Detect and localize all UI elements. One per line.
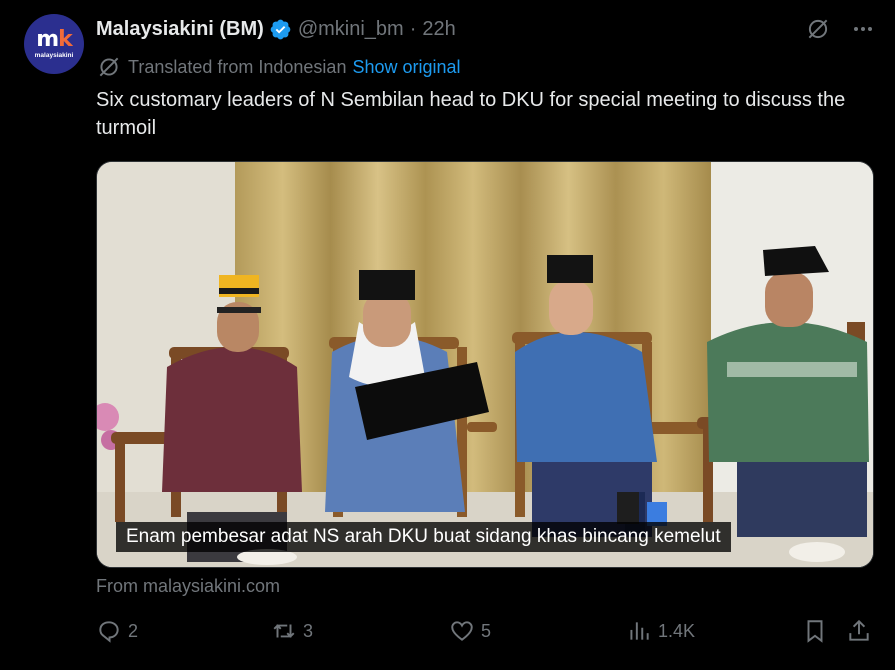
avatar-logo-word: malaysiakini <box>34 51 74 59</box>
verified-badge-icon <box>270 19 291 39</box>
view-count: 1.4K <box>658 620 696 641</box>
video-caption: Enam pembesar adat NS arah DKU buat sida… <box>116 522 731 552</box>
top-actions <box>805 16 875 42</box>
translate-icon <box>99 57 119 77</box>
translation-label: Translated from Indonesian <box>128 56 347 77</box>
repost-icon <box>273 624 295 638</box>
views-button[interactable]: 1.4K <box>626 618 695 644</box>
video-frame-illustration <box>97 162 873 567</box>
repost-button[interactable]: 3 <box>271 618 313 644</box>
display-name[interactable]: Malaysiakini (BM) <box>96 18 264 41</box>
translation-row: Translated from Indonesian Show original <box>96 54 461 80</box>
share-icon <box>849 619 869 641</box>
like-button[interactable]: 5 <box>449 618 491 644</box>
handle[interactable]: @mkini_bm <box>298 18 404 41</box>
link-source[interactable]: From malaysiakini.com <box>96 576 280 597</box>
reply-count: 2 <box>128 620 139 641</box>
more-icon[interactable] <box>851 17 875 41</box>
show-original-link[interactable]: Show original <box>352 57 460 78</box>
views-icon <box>630 622 649 640</box>
separator-dot: · <box>409 17 417 40</box>
media-video[interactable]: Enam pembesar adat NS arah DKU buat sida… <box>96 161 874 568</box>
reply-icon <box>99 621 119 643</box>
bookmark-icon <box>807 620 823 643</box>
timestamp[interactable]: 22h <box>422 18 455 41</box>
like-count: 5 <box>481 620 492 641</box>
heart-icon <box>451 621 473 641</box>
reply-button[interactable]: 2 <box>96 618 138 644</box>
bookmark-button[interactable] <box>802 618 828 644</box>
action-bar: 2 3 5 1.4K <box>96 618 876 648</box>
avatar[interactable]: mk malaysiakini <box>24 14 84 74</box>
tweet-header: Malaysiakini (BM) @mkini_bm · 22h <box>96 16 456 42</box>
repost-count: 3 <box>303 620 314 641</box>
share-button[interactable] <box>846 618 872 644</box>
tweet-text: Six customary leaders of N Sembilan head… <box>96 89 846 139</box>
grok-icon[interactable] <box>805 16 831 42</box>
avatar-logo-mark: mk <box>36 26 73 52</box>
